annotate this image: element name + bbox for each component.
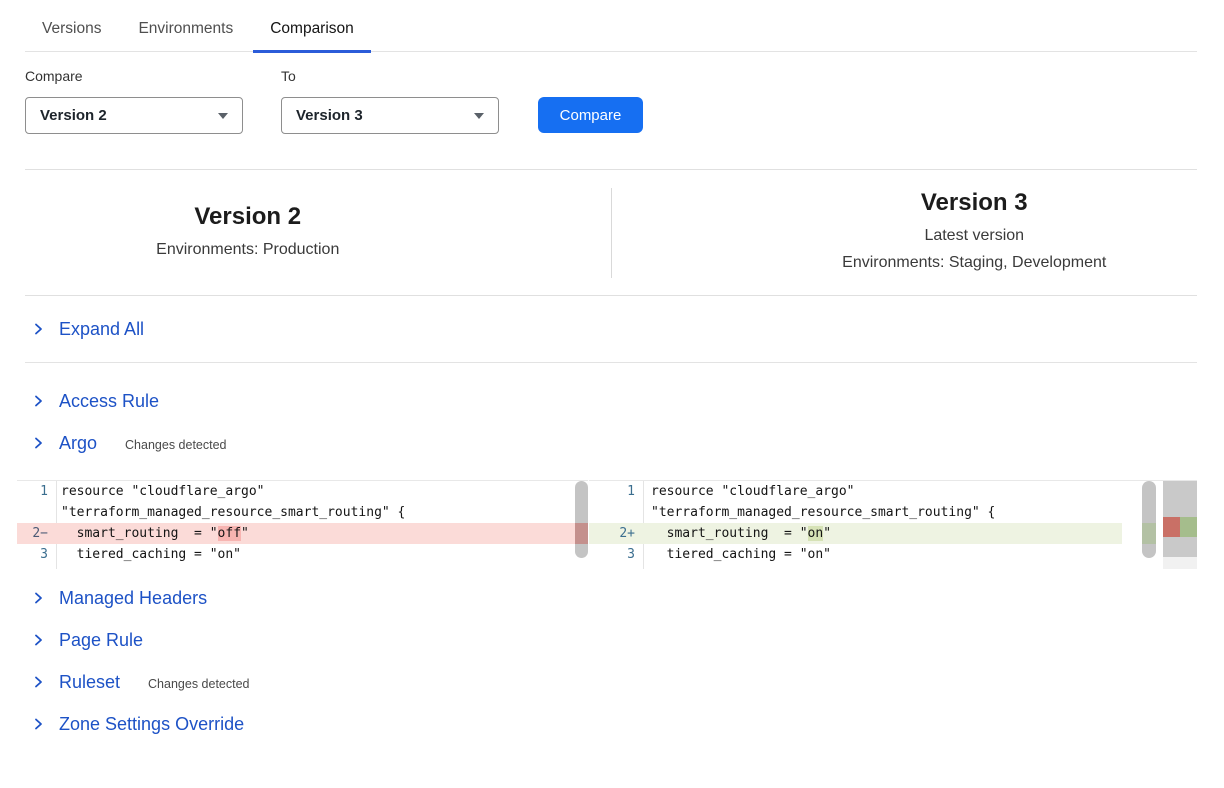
chevron-right-icon xyxy=(30,321,46,337)
line-number xyxy=(589,565,644,569)
chevron-down-icon xyxy=(474,113,484,119)
compare-to-value: Version 3 xyxy=(296,107,363,124)
scrollbar-removed-marker xyxy=(575,523,588,544)
diff-line: 3 tiered_caching = "on" xyxy=(589,544,1122,565)
version-right-column: Version 3 Latest version Environments: S… xyxy=(612,189,1198,276)
compare-from-select[interactable]: Version 2 xyxy=(25,97,243,134)
line-number: 3 xyxy=(589,544,644,565)
diff-line: "terraform_managed_resource_smart_routin… xyxy=(589,502,1122,523)
compare-to-select[interactable]: Version 3 xyxy=(281,97,499,134)
minimap-added-marker xyxy=(1180,517,1197,537)
line-number: 2− xyxy=(17,523,57,544)
line-number: 3 xyxy=(17,544,57,565)
version-right-title: Version 3 xyxy=(752,189,1198,217)
chevron-right-icon xyxy=(30,674,46,690)
line-number: 1 xyxy=(589,481,644,502)
version-right-subtitle: Latest version xyxy=(752,222,1198,249)
section-page-rule[interactable]: Page Rule xyxy=(25,619,1197,661)
diff-line: } xyxy=(589,565,1122,569)
minimap-removed-marker xyxy=(1163,517,1180,537)
line-number xyxy=(17,502,57,523)
scrollbar-added-marker xyxy=(1142,523,1156,544)
line-number: 1 xyxy=(17,481,57,502)
section-label: Page Rule xyxy=(59,628,143,652)
diff-line: "terraform_managed_resource_smart_routin… xyxy=(17,502,588,523)
diff-line: } xyxy=(17,565,588,569)
line-number xyxy=(17,565,57,569)
chevron-right-icon xyxy=(30,435,46,451)
line-number xyxy=(589,502,644,523)
removed-word-highlight: off xyxy=(218,526,241,541)
chevron-right-icon xyxy=(30,393,46,409)
diff-line-removed: 2− smart_routing = "off" xyxy=(17,523,588,544)
chevron-right-icon xyxy=(30,632,46,648)
line-number: 2+ xyxy=(589,523,644,544)
diff-line: 3 tiered_caching = "on" xyxy=(17,544,588,565)
diff-minimap xyxy=(1163,481,1197,569)
version-header: Version 2 Environments: Production Versi… xyxy=(25,169,1197,296)
section-label: Managed Headers xyxy=(59,586,207,610)
tab-bar: Versions Environments Comparison xyxy=(25,0,1197,52)
section-label: Argo xyxy=(59,431,97,455)
version-left-title: Version 2 xyxy=(25,203,471,231)
section-managed-headers[interactable]: Managed Headers xyxy=(25,577,1197,619)
diff-panel-right[interactable]: 1 resource "cloudflare_argo" "terraform_… xyxy=(589,480,1197,569)
compare-controls: Compare Version 2 To Version 3 Compare xyxy=(25,68,1197,134)
compare-from-value: Version 2 xyxy=(40,107,107,124)
to-label: To xyxy=(281,68,499,85)
changes-detected-badge: Changes detected xyxy=(125,435,226,452)
section-ruleset[interactable]: Ruleset Changes detected xyxy=(25,661,1197,703)
added-word-highlight: on xyxy=(808,526,824,541)
tab-comparison[interactable]: Comparison xyxy=(253,13,371,51)
section-label: Ruleset xyxy=(59,670,120,694)
section-access-rule[interactable]: Access Rule xyxy=(25,380,1197,422)
comparison-page: Versions Environments Comparison Compare… xyxy=(0,0,1224,745)
section-zone-settings-override[interactable]: Zone Settings Override xyxy=(25,703,1197,745)
expand-all-label: Expand All xyxy=(59,317,144,341)
chevron-down-icon xyxy=(218,113,228,119)
diff-line: 1 resource "cloudflare_argo" xyxy=(17,481,588,502)
tab-environments[interactable]: Environments xyxy=(121,13,250,51)
resource-sections: Access Rule Argo Changes detected 1 reso… xyxy=(25,380,1197,745)
diff-panel-left[interactable]: 1 resource "cloudflare_argo" "terraform_… xyxy=(17,480,588,569)
scrollbar-thumb[interactable] xyxy=(1142,481,1156,558)
version-right-environments: Environments: Staging, Development xyxy=(752,249,1198,276)
expand-all-button[interactable]: Expand All xyxy=(25,296,1197,363)
section-label: Zone Settings Override xyxy=(59,712,244,736)
compare-label: Compare xyxy=(25,68,243,85)
diff-line: 1 resource "cloudflare_argo" xyxy=(589,481,1122,502)
chevron-right-icon xyxy=(30,716,46,732)
diff-line-added: 2+ smart_routing = "on" xyxy=(589,523,1122,544)
compare-button[interactable]: Compare xyxy=(538,97,643,133)
argo-diff: 1 resource "cloudflare_argo" "terraform_… xyxy=(17,480,1197,569)
version-left-environments: Environments: Production xyxy=(25,236,471,263)
section-label: Access Rule xyxy=(59,389,159,413)
scrollbar-thumb[interactable] xyxy=(575,481,588,558)
tab-versions[interactable]: Versions xyxy=(25,13,118,51)
section-argo[interactable]: Argo Changes detected xyxy=(25,422,1197,464)
chevron-right-icon xyxy=(30,590,46,606)
version-left-column: Version 2 Environments: Production xyxy=(25,203,611,263)
changes-detected-badge: Changes detected xyxy=(148,674,249,691)
